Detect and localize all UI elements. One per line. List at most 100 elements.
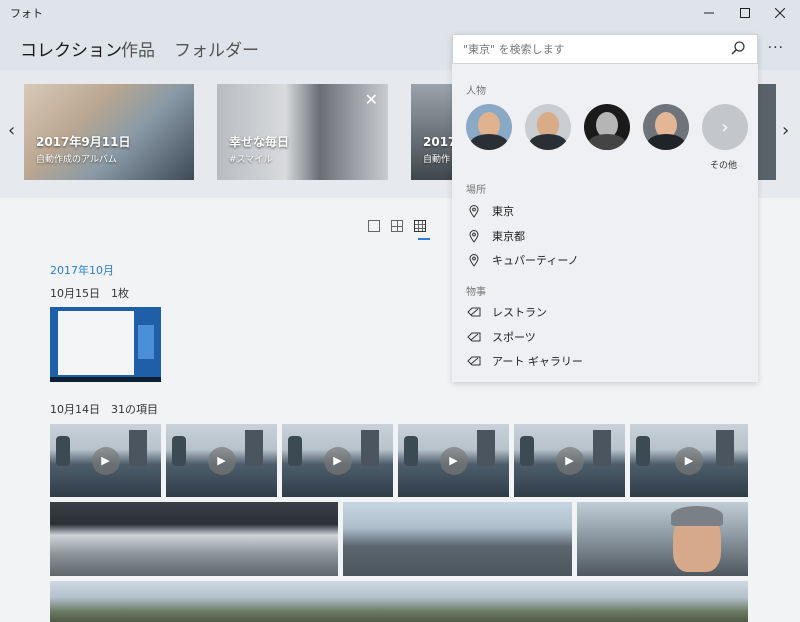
place-item[interactable]: 東京都 xyxy=(466,227,525,245)
more-options-button[interactable]: ··· xyxy=(768,40,784,56)
tag-icon xyxy=(466,307,482,317)
highlight-image xyxy=(758,84,776,180)
play-icon[interactable]: ▶ xyxy=(439,446,468,475)
maximize-button[interactable] xyxy=(727,0,763,26)
thing-label: レストラン xyxy=(492,306,547,319)
highlight-title: 2017年9月11日 xyxy=(36,135,131,149)
video-thumbnail[interactable]: ▶ xyxy=(282,424,393,497)
carousel-prev-icon[interactable]: ‹ xyxy=(8,120,15,141)
place-item[interactable]: キュパーティーノ xyxy=(466,251,579,269)
month-heading[interactable]: 2017年10月 xyxy=(50,262,114,278)
close-button[interactable] xyxy=(762,0,798,26)
highlight-card[interactable] xyxy=(758,84,776,180)
highlight-card[interactable]: 幸せな毎日 #スマイル ✕ xyxy=(217,84,388,180)
photo-thumbnail[interactable] xyxy=(50,502,338,576)
video-thumbnail[interactable]: ▶ xyxy=(50,424,161,497)
tab-creations[interactable]: 作品 xyxy=(121,36,155,61)
scene-tree xyxy=(636,436,650,466)
avatar-body xyxy=(470,134,508,150)
scene-tower xyxy=(716,430,734,466)
thing-item[interactable]: スポーツ xyxy=(466,328,536,346)
tag-icon xyxy=(466,332,482,342)
highlight-subtitle: 自動作成のアルバム xyxy=(36,155,117,165)
highlight-subtitle: #スマイル xyxy=(229,155,273,165)
scene-tree xyxy=(404,436,418,466)
scene-tower xyxy=(593,430,611,466)
large-view-icon[interactable] xyxy=(368,220,380,232)
day-heading: 10月14日 31の項目 xyxy=(50,403,158,416)
place-label: 東京都 xyxy=(492,230,525,243)
avatar-body xyxy=(588,134,626,150)
highlight-subtitle: 自動作 xyxy=(423,155,451,165)
person-avatar[interactable] xyxy=(466,104,512,150)
chevron-right-icon: › xyxy=(721,116,729,138)
search-icon[interactable] xyxy=(731,41,745,55)
things-section-label: 物事 xyxy=(466,287,486,298)
search-box xyxy=(452,34,758,64)
view-size-switcher xyxy=(368,220,426,232)
video-thumbnail[interactable]: ▶ xyxy=(514,424,625,497)
scene-tree xyxy=(56,436,70,466)
person-avatar[interactable] xyxy=(584,104,630,150)
play-icon[interactable]: ▶ xyxy=(207,446,236,475)
app-title: フォト xyxy=(10,7,43,20)
search-input[interactable] xyxy=(453,35,713,63)
video-thumbnail[interactable]: ▶ xyxy=(398,424,509,497)
play-icon[interactable]: ▶ xyxy=(91,446,120,475)
day-heading: 10月15日 1枚 xyxy=(50,287,129,300)
small-view-icon[interactable] xyxy=(414,220,426,232)
view-selected-indicator xyxy=(418,238,430,240)
scene-tower xyxy=(245,430,263,466)
carousel-next-icon[interactable]: › xyxy=(782,120,789,141)
person-avatar[interactable] xyxy=(525,104,571,150)
photo-thumbnail[interactable] xyxy=(343,502,572,576)
highlight-card[interactable]: 2017年9月11日 自動作成のアルバム xyxy=(24,84,194,180)
person-avatar[interactable] xyxy=(643,104,689,150)
tab-collection[interactable]: コレクション xyxy=(20,36,122,61)
beanie-shape xyxy=(671,506,723,526)
thing-label: スポーツ xyxy=(492,331,536,344)
play-icon[interactable]: ▶ xyxy=(555,446,584,475)
location-pin-icon xyxy=(466,204,482,218)
place-label: キュパーティーノ xyxy=(492,254,579,267)
screenshot-window xyxy=(58,311,134,375)
highlight-image xyxy=(24,84,194,180)
thing-label: アート ギャラリー xyxy=(492,355,583,368)
tab-folders[interactable]: フォルダー xyxy=(174,36,259,61)
thing-item[interactable]: アート ギャラリー xyxy=(466,352,583,370)
place-item[interactable]: 東京 xyxy=(466,202,514,220)
highlight-title: 幸せな毎日 xyxy=(229,135,290,149)
highlight-image xyxy=(217,84,388,180)
medium-view-icon[interactable] xyxy=(391,220,403,232)
scene-tower xyxy=(361,430,379,466)
scene-tree xyxy=(288,436,302,466)
more-people-button[interactable]: › xyxy=(702,104,748,150)
title-bar: フォト xyxy=(0,0,800,26)
screenshot-logo xyxy=(138,325,154,359)
video-thumbnail[interactable]: ▶ xyxy=(166,424,277,497)
dismiss-icon[interactable]: ✕ xyxy=(365,90,378,109)
photo-thumbnail[interactable] xyxy=(577,502,748,576)
video-thumbnail[interactable]: ▶ xyxy=(630,424,748,497)
photo-thumbnail[interactable] xyxy=(50,581,748,622)
tag-icon xyxy=(466,356,482,366)
scene-tree xyxy=(172,436,186,466)
scene-tower xyxy=(477,430,495,466)
maximize-icon xyxy=(740,8,750,18)
place-label: 東京 xyxy=(492,205,514,218)
more-people-label: その他 xyxy=(710,161,738,171)
avatar-body xyxy=(647,134,685,150)
location-pin-icon xyxy=(466,229,482,243)
minimize-button[interactable] xyxy=(691,0,727,26)
minimize-icon xyxy=(704,12,714,14)
search-flyout: 人物 › その他 場所 東京 東京都 キュパーティーノ 物事 レストラン スポー… xyxy=(452,34,758,382)
places-section-label: 場所 xyxy=(466,185,486,196)
play-icon[interactable]: ▶ xyxy=(323,446,352,475)
screenshot-taskbar xyxy=(50,377,161,382)
thing-item[interactable]: レストラン xyxy=(466,303,547,321)
play-icon[interactable]: ▶ xyxy=(675,446,703,475)
avatar-body xyxy=(529,134,567,150)
location-pin-icon xyxy=(466,253,482,267)
photo-thumbnail[interactable] xyxy=(50,307,161,382)
scene-tree xyxy=(520,436,534,466)
